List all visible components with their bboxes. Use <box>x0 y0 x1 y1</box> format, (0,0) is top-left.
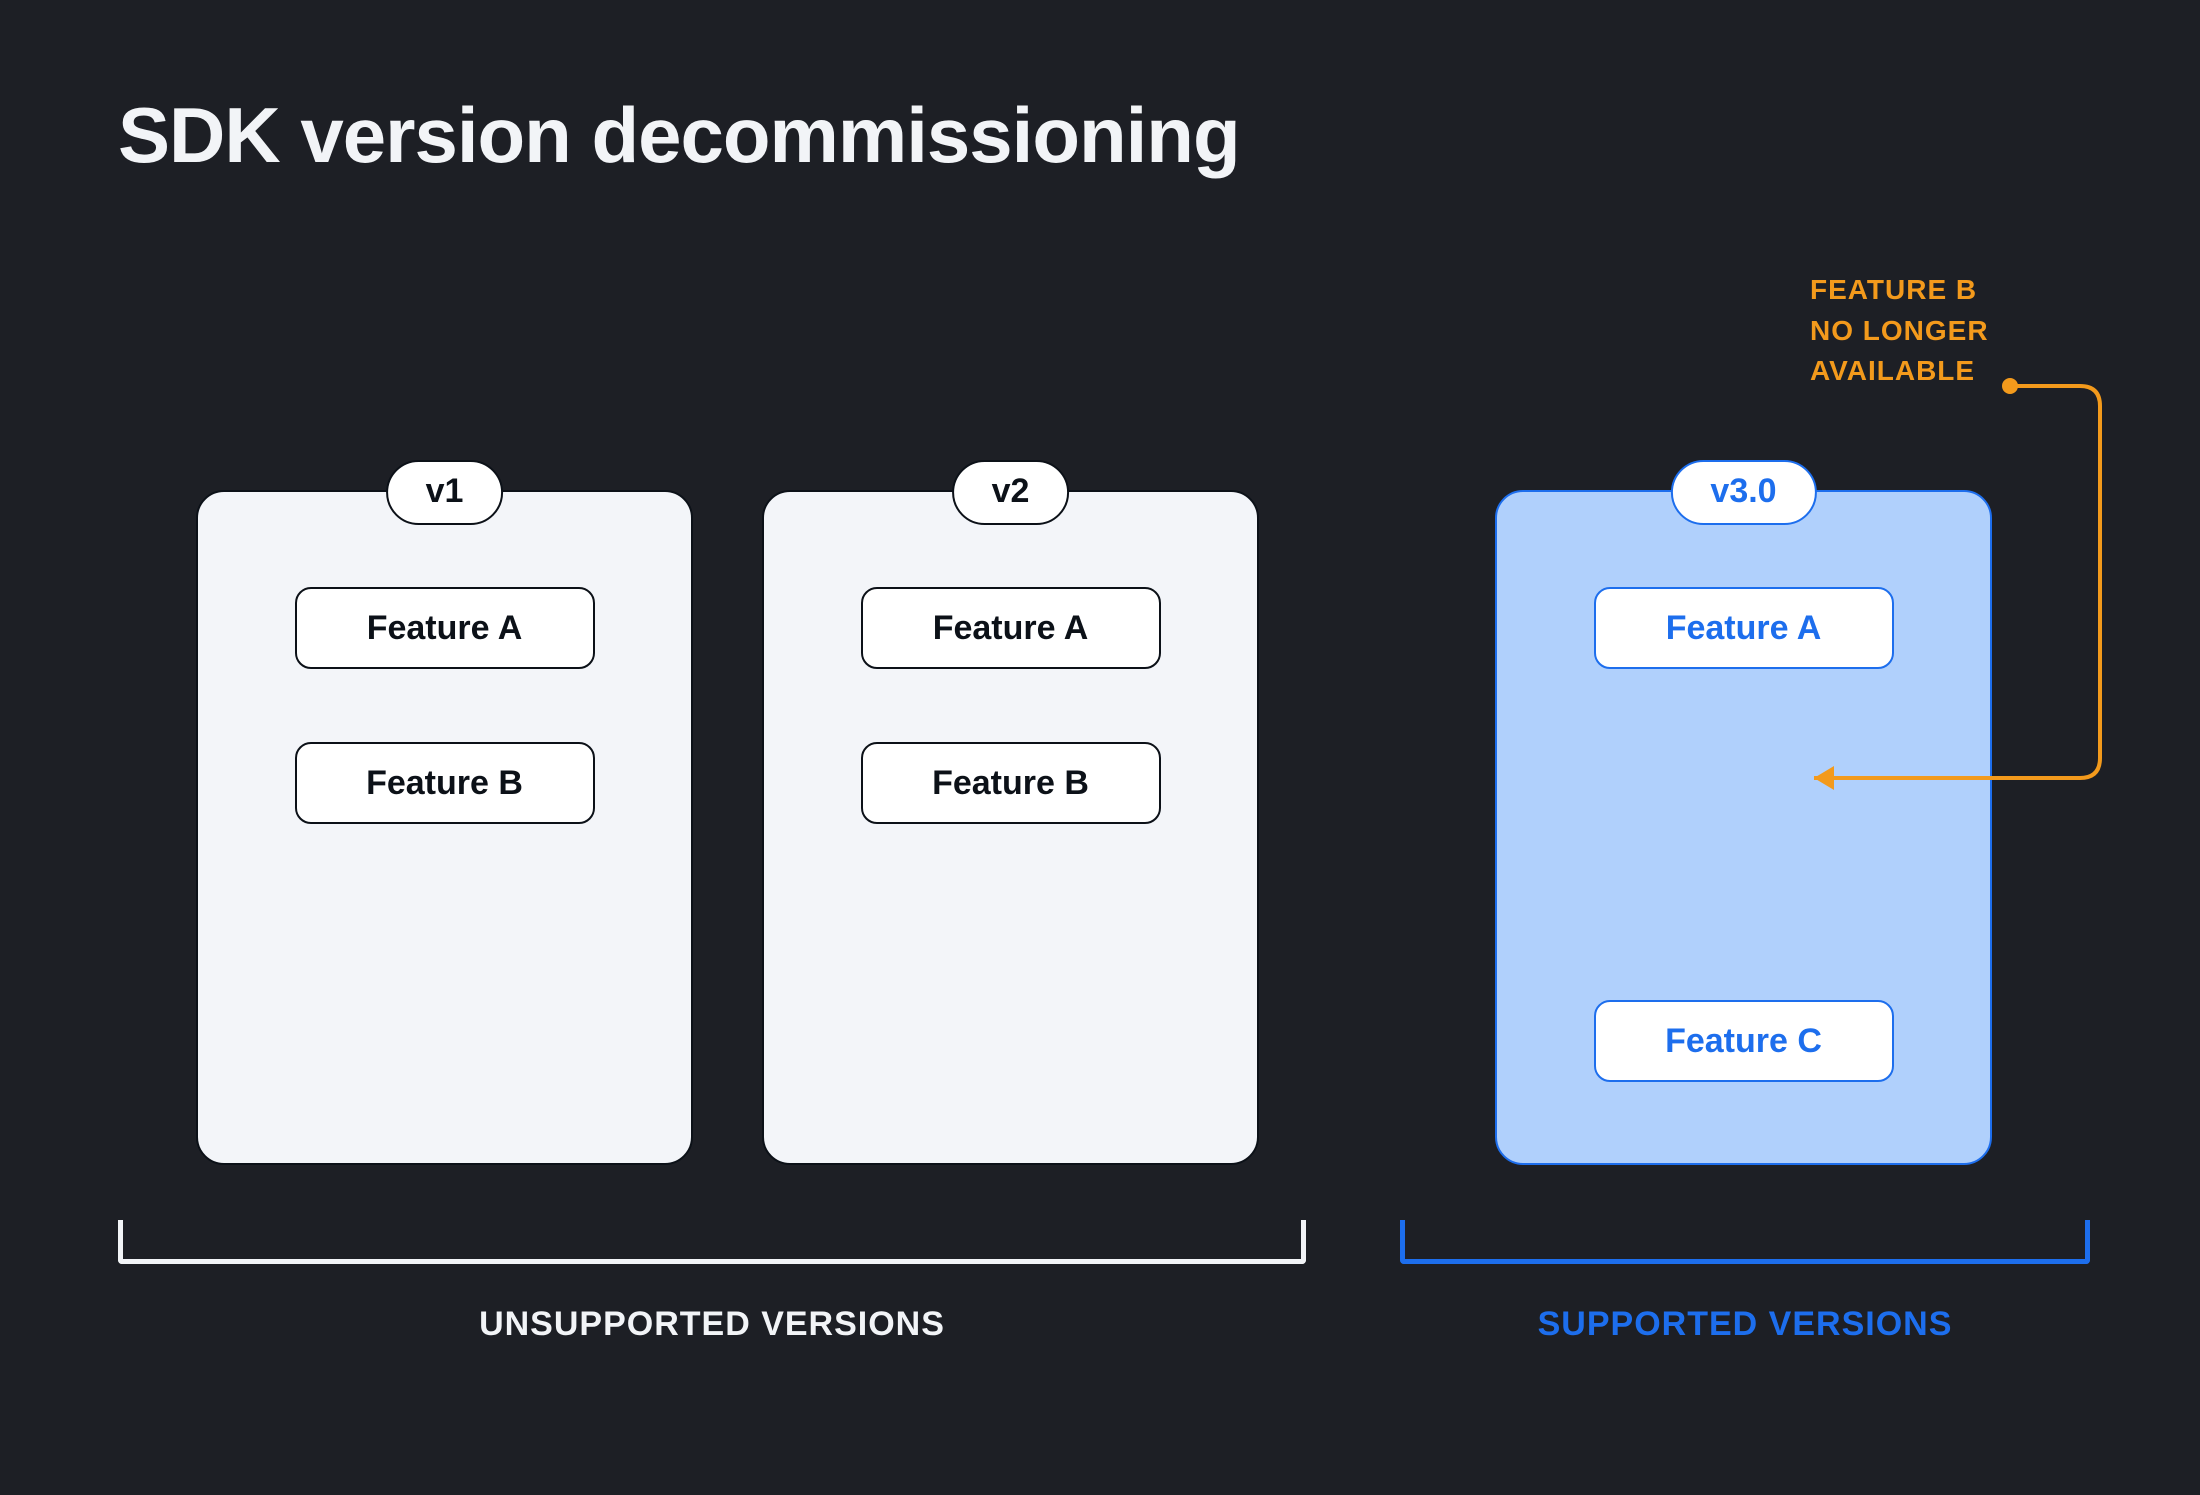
callout-line: FEATURE B <box>1810 270 1989 311</box>
bracket-label-unsupported: UNSUPPORTED VERSIONS <box>118 1305 1306 1344</box>
version-pill-v2: v2 <box>952 460 1070 525</box>
feature-box: Feature A <box>295 587 595 669</box>
callout-feature-removed: FEATURE B NO LONGER AVAILABLE <box>1810 270 1989 392</box>
version-pill-v1: v1 <box>386 460 504 525</box>
feature-box: Feature B <box>861 742 1161 824</box>
bracket-label-supported: SUPPORTED VERSIONS <box>1400 1305 2090 1344</box>
diagram-title: SDK version decommissioning <box>118 90 1240 181</box>
feature-box: Feature A <box>861 587 1161 669</box>
feature-box: Feature B <box>295 742 595 824</box>
callout-line: NO LONGER <box>1810 311 1989 352</box>
version-card-v3: v3.0 Feature A Feature C <box>1495 490 1992 1165</box>
version-card-v1: v1 Feature A Feature B <box>196 490 693 1165</box>
bracket-unsupported <box>118 1220 1306 1264</box>
bracket-supported <box>1400 1220 2090 1264</box>
feature-box: Feature A <box>1594 587 1894 669</box>
feature-box: Feature C <box>1594 1000 1894 1082</box>
callout-line: AVAILABLE <box>1810 351 1989 392</box>
version-pill-v3: v3.0 <box>1670 460 1816 525</box>
version-card-v2: v2 Feature A Feature B <box>762 490 1259 1165</box>
